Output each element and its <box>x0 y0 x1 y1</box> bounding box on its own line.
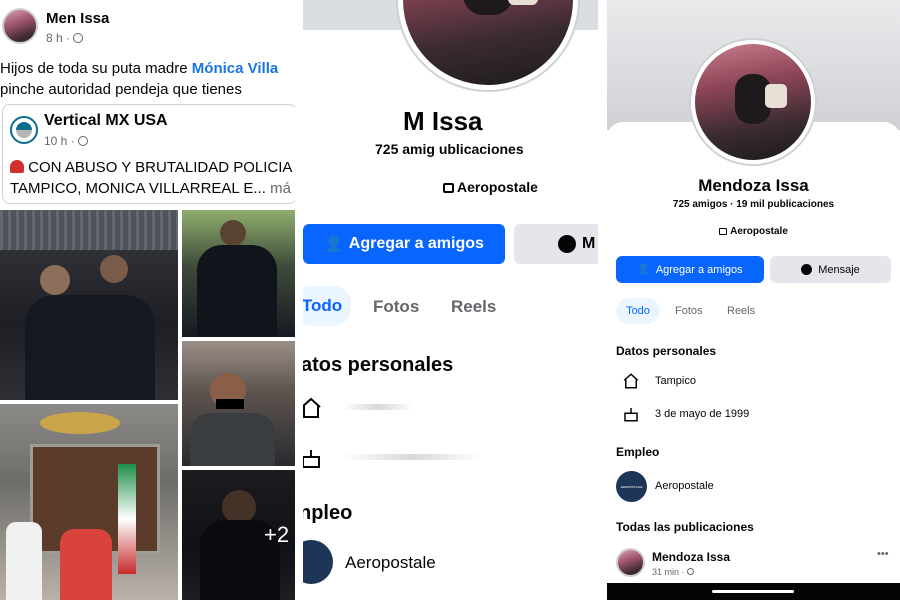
briefcase-icon <box>719 228 728 235</box>
profile-avatar[interactable] <box>691 40 815 164</box>
employment-heading: Empleo <box>616 445 660 459</box>
snippet-line1: CON ABUSO Y BRUTALIDAD POLICIA <box>28 159 293 176</box>
tab-all[interactable]: Todo <box>616 298 660 324</box>
post-author-name[interactable]: Men Issa <box>46 10 109 27</box>
post-time-text: 31 min · <box>652 567 685 577</box>
shared-post-time: 10 h · <box>44 134 89 148</box>
tab-photos[interactable]: Fotos <box>675 305 703 317</box>
birthday-text: 3 de mayo de 1999 <box>655 408 750 420</box>
post-time-text: 8 h · <box>46 31 71 45</box>
snippet-line2: TAMPICO, MONICA VILLARREAL E... <box>10 180 266 197</box>
add-friend-icon: 👤 <box>637 264 650 275</box>
post-photo-1[interactable] <box>0 210 178 400</box>
personal-info-heading: atos personales <box>303 354 454 376</box>
personal-info-heading: Datos personales <box>616 344 717 358</box>
profile-stats[interactable]: 725 amig ublicaciones <box>375 141 524 157</box>
message-button[interactable]: Mensaje <box>770 256 891 283</box>
siren-icon <box>10 160 24 173</box>
tab-reels[interactable]: Reels <box>451 297 496 317</box>
post-time: 31 min · <box>652 567 695 577</box>
home-icon <box>303 396 323 420</box>
employer-name[interactable]: Aeropostale <box>655 480 714 492</box>
employer-logo[interactable] <box>303 540 333 584</box>
post-author-name[interactable]: Mendoza Issa <box>652 550 730 564</box>
post-timestamp[interactable]: 8 h · <box>46 31 84 45</box>
profile-name: M Issa <box>403 106 483 136</box>
post-mention-link[interactable]: Mónica Villa <box>192 60 278 77</box>
blurred-city <box>343 404 413 410</box>
all-posts-heading: Todas las publicaciones <box>616 520 754 534</box>
page-logo-icon[interactable] <box>10 116 38 144</box>
employer-name[interactable]: Aeropostale <box>345 553 436 573</box>
shared-post-snippet: CON ABUSO Y BRUTALIDAD POLICIA TAMPICO, … <box>10 157 295 199</box>
add-friend-label: Agregar a amigos <box>348 235 484 252</box>
workplace-text: Aeropostale <box>457 179 538 195</box>
blurred-birthday <box>343 454 483 460</box>
add-friend-label: Agregar a amigos <box>655 263 743 276</box>
post-photo-2[interactable] <box>182 210 295 337</box>
see-more-link[interactable]: má <box>266 180 291 197</box>
birthday-cake-icon <box>621 404 641 424</box>
tab-all[interactable]: Todo <box>303 286 351 326</box>
home-indicator[interactable] <box>712 590 794 593</box>
post-photo-4[interactable] <box>0 404 178 600</box>
more-options-icon[interactable]: ••• <box>877 548 889 560</box>
shared-page-name[interactable]: Vertical MX USA <box>44 112 168 130</box>
profile-avatar[interactable] <box>398 0 578 90</box>
message-button[interactable]: M <box>514 224 598 264</box>
profile-panel: Mendoza Issa 725 amigos · 19 mil publica… <box>607 0 900 600</box>
post-text-part: Hijos de toda su puta madre <box>0 60 192 77</box>
profile-workplace: Aeropostale <box>443 179 538 195</box>
profile-workplace: Aeropostale <box>607 226 900 237</box>
messenger-icon <box>801 264 813 275</box>
city-text: Tampico <box>655 375 696 387</box>
tab-reels[interactable]: Reels <box>727 305 755 317</box>
messenger-icon <box>558 235 576 253</box>
tab-photos[interactable]: Fotos <box>373 297 419 317</box>
post-text: Hijos de toda su puta madre Mónica Villa… <box>0 58 295 100</box>
profile-zoom-panel: M Issa 725 amig ublicaciones Aeropostale… <box>303 0 598 600</box>
briefcase-icon <box>443 183 454 193</box>
workplace-text: Aeropostale <box>730 226 788 237</box>
post-photo-3[interactable] <box>182 341 295 466</box>
employment-heading: npleo <box>303 502 353 524</box>
add-friend-icon: 👤 <box>324 236 343 253</box>
feed-post-panel: Men Issa 8 h · Hijos de toda su puta mad… <box>0 0 295 600</box>
home-icon <box>621 371 641 391</box>
birthday-cake-icon <box>303 446 323 470</box>
more-photos-count: +2 <box>264 522 290 547</box>
post-text-line2: pinche autoridad pendeja que tienes <box>0 81 242 98</box>
post-photo-5[interactable]: +2 <box>182 470 295 600</box>
globe-icon <box>78 136 89 146</box>
post-author-avatar[interactable] <box>616 548 645 577</box>
profile-stats[interactable]: 725 amigos · 19 mil publicaciones <box>607 199 900 210</box>
post-author-avatar[interactable] <box>2 8 38 44</box>
globe-icon <box>687 568 695 575</box>
globe-icon <box>73 33 84 43</box>
profile-name: Mendoza Issa <box>698 176 809 195</box>
employer-logo-text: AEROPOSTALE <box>620 484 643 489</box>
message-label: M <box>582 235 596 252</box>
message-label: Mensaje <box>818 263 860 276</box>
add-friend-button[interactable]: 👤 Agregar a amigos <box>616 256 764 283</box>
add-friend-button[interactable]: 👤 Agregar a amigos <box>303 224 505 264</box>
employer-logo[interactable]: AEROPOSTALE <box>616 471 647 502</box>
shared-time-text: 10 h · <box>44 134 75 148</box>
